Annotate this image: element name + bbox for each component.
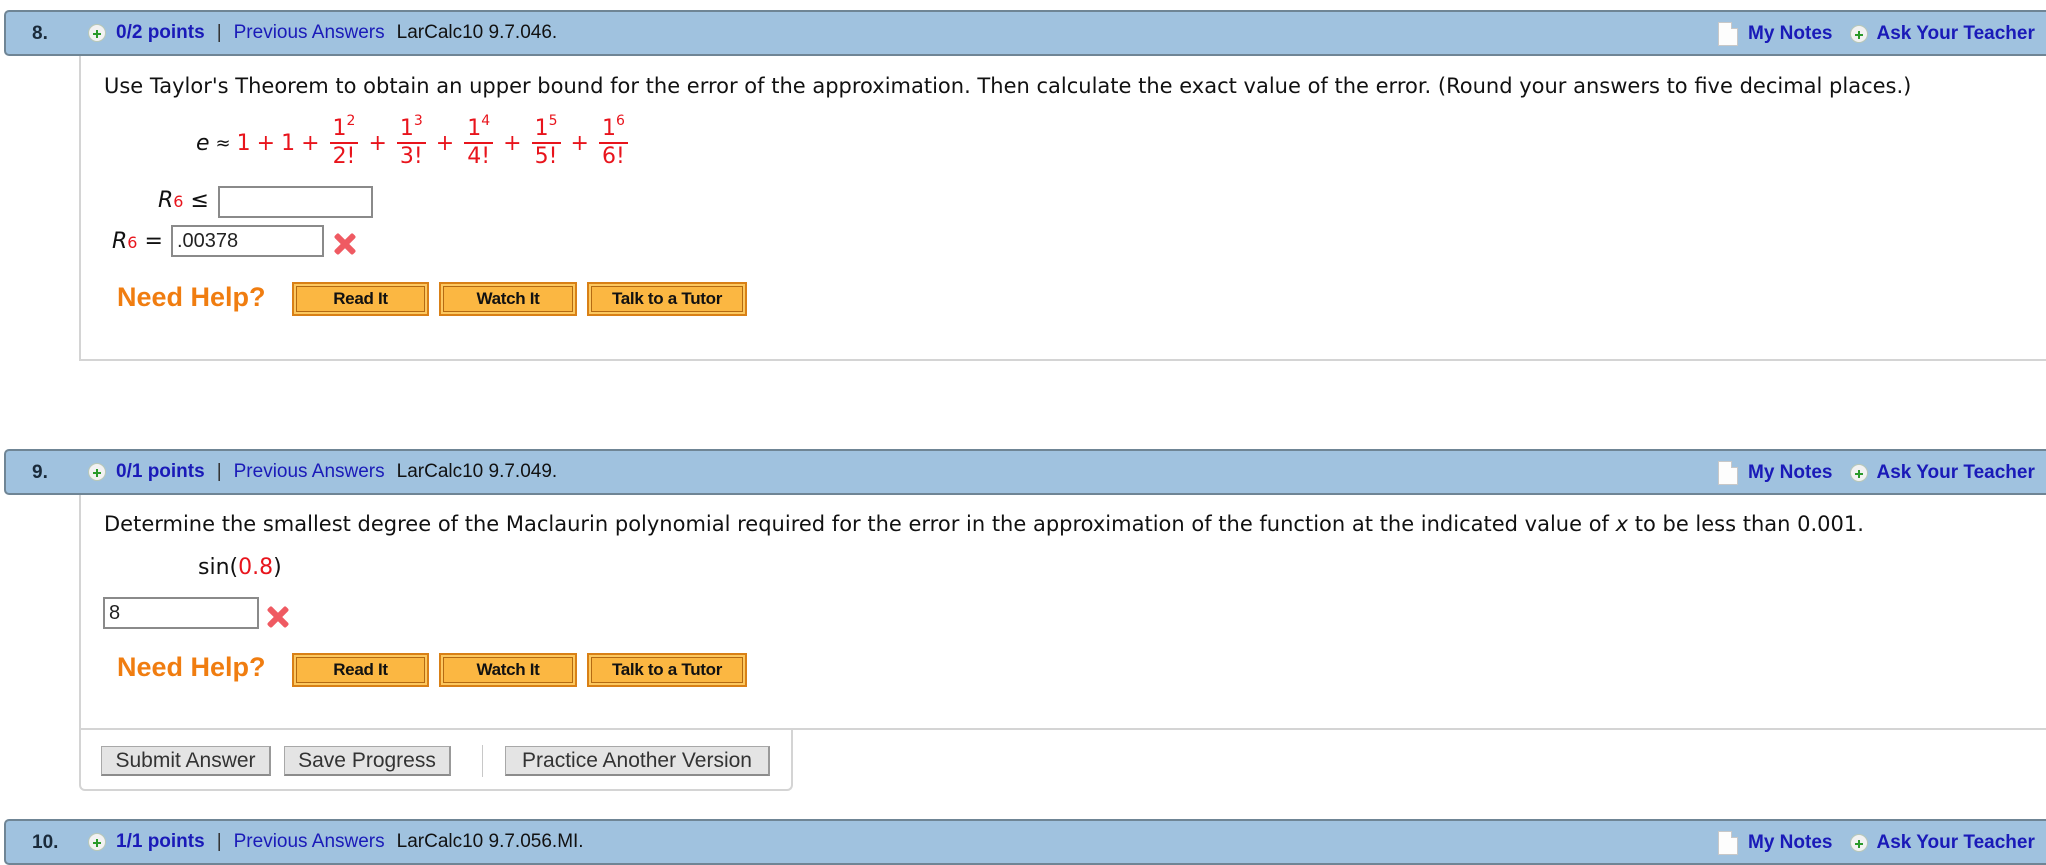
taylor-formula: e ≈ 1 + 1 + 12 2! + 13 3! + 14 4! + 15 5… [196,114,632,169]
subscript: 6 [173,192,184,211]
exponent: 6 [615,113,625,129]
plus-sign: + [256,130,276,156]
separator: | [216,831,222,852]
my-notes-link[interactable]: My Notes [1748,462,1832,484]
question-10-header: 10. 1/1 points | Previous Answers LarCal… [4,819,2046,865]
talk-to-tutor-button[interactable]: Talk to a Tutor [587,653,747,687]
fraction-term: 12 2! [329,114,359,169]
question-prompt: Determine the smallest degree of the Mac… [104,512,1864,536]
question-code: LarCalc10 9.7.046. [396,22,558,43]
expand-plus-icon[interactable] [88,24,106,42]
need-help-label: Need Help? [117,652,266,682]
fraction-numerator: 1 [601,116,616,141]
note-icon[interactable] [1718,22,1738,46]
previous-answers-link[interactable]: Previous Answers [234,461,385,483]
plus-sign: + [301,130,320,156]
need-help-label: Need Help? [117,282,266,312]
question-number: 9. [32,462,48,483]
expand-plus-icon[interactable] [88,833,106,851]
fraction-denominator: 5! [534,144,558,169]
practice-another-version-button[interactable]: Practice Another Version [505,746,770,776]
talk-to-tutor-button[interactable]: Talk to a Tutor [587,282,747,316]
question-number: 10. [32,832,59,853]
note-icon[interactable] [1718,831,1738,855]
fraction-numerator: 1 [332,116,347,141]
approx-symbol: ≈ [215,132,231,154]
relation-symbol: ≤ [190,188,209,213]
ask-teacher-plus-icon[interactable] [1850,834,1869,852]
plus-sign: + [570,130,589,156]
r6-bound-label: R6 ≤ [158,188,209,213]
term: 1 [236,130,251,156]
prompt-text: Determine the smallest degree of the Mac… [104,512,1616,536]
exponent: 3 [413,113,423,129]
ask-teacher-plus-icon[interactable] [1850,464,1869,482]
fraction-numerator: 1 [399,116,414,141]
my-notes-link[interactable]: My Notes [1748,832,1832,854]
watch-it-button[interactable]: Watch It [439,282,577,316]
exponent: 5 [548,113,558,129]
exponent: 2 [346,113,356,129]
function-close-paren: ) [273,555,282,580]
term: 1 [281,130,296,156]
previous-answers-link[interactable]: Previous Answers [234,831,385,853]
question-8-header: 8. 0/2 points | Previous Answers LarCalc… [4,10,2046,56]
separator: | [216,22,222,43]
fraction-term: 14 4! [464,114,494,169]
r6-upper-bound-input[interactable] [218,186,373,218]
formula-lhs: e [196,130,210,156]
fraction-term: 15 5! [531,114,561,169]
plus-sign: + [368,130,387,156]
fraction-term: 16 6! [598,114,628,169]
plus-sign: + [435,130,455,156]
remainder-symbol: R [158,188,174,213]
points-link[interactable]: 1/1 points [116,831,205,853]
remainder-symbol: R [112,229,128,254]
points-link[interactable]: 0/1 points [116,461,205,483]
watch-it-button[interactable]: Watch It [439,653,577,687]
points-link[interactable]: 0/2 points [116,22,205,44]
separator: | [216,461,222,482]
save-progress-button[interactable]: Save Progress [284,746,451,776]
subscript: 6 [127,233,138,252]
fraction-denominator: 3! [399,144,423,169]
question-number: 8. [32,23,48,44]
r6-exact-label: R6 = [112,229,163,254]
incorrect-x-icon [267,606,289,628]
question-code: LarCalc10 9.7.056.MI. [396,831,584,852]
fraction-denominator: 4! [467,144,491,169]
incorrect-x-icon [334,233,356,255]
previous-answers-link[interactable]: Previous Answers [234,22,385,44]
r6-exact-input[interactable]: .00378 [171,225,324,257]
ask-teacher-link[interactable]: Ask Your Teacher [1876,832,2034,854]
function-expression: sin(0.8) [198,555,282,580]
ask-teacher-link[interactable]: Ask Your Teacher [1876,462,2034,484]
ask-teacher-plus-icon[interactable] [1850,25,1869,43]
question-prompt: Use Taylor's Theorem to obtain an upper … [104,74,1912,98]
expand-plus-icon[interactable] [88,463,106,481]
ask-teacher-link[interactable]: Ask Your Teacher [1876,23,2034,45]
my-notes-link[interactable]: My Notes [1748,23,1832,45]
function-name: sin( [198,555,239,580]
plus-sign: + [503,130,522,156]
read-it-button[interactable]: Read It [292,282,429,316]
exponent: 4 [481,113,491,129]
fraction-term: 13 3! [396,114,426,169]
variable-x: x [1615,512,1629,536]
note-icon[interactable] [1718,461,1738,485]
read-it-button[interactable]: Read It [292,653,429,687]
fraction-numerator: 1 [534,116,549,141]
actions-divider [482,745,483,777]
relation-symbol: = [144,229,163,254]
question-9-header: 9. 0/1 points | Previous Answers LarCalc… [4,449,2046,495]
fraction-numerator: 1 [467,116,482,141]
degree-answer-input[interactable]: 8 [103,597,259,629]
question-code: LarCalc10 9.7.049. [396,461,558,482]
fraction-denominator: 6! [602,144,625,169]
submit-answer-button[interactable]: Submit Answer [101,746,271,776]
prompt-text: to be less than 0.001. [1628,512,1864,536]
function-argument: 0.8 [238,555,274,580]
fraction-denominator: 2! [332,144,356,169]
